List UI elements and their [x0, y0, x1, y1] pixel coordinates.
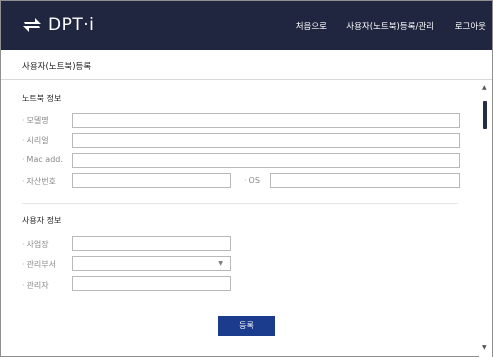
manager-input[interactable] — [72, 276, 231, 291]
logo: DPT·i — [22, 13, 94, 37]
section-divider — [22, 203, 458, 204]
asset-number-label: 자산번호 — [22, 176, 56, 187]
brand-name: DPT·i — [48, 15, 95, 35]
serial-input[interactable] — [72, 133, 460, 148]
page-title-bar: 사용자(노트북)등록 — [1, 50, 492, 80]
notebook-section-title: 노트북 정보 — [22, 94, 62, 103]
vertical-scrollbar[interactable]: ▲ ▼ — [479, 81, 492, 357]
asset-number-input[interactable] — [72, 173, 231, 188]
user-section-title: 사용자 정보 — [22, 216, 62, 225]
logo-sync-icon — [23, 18, 41, 32]
register-button[interactable]: 등록 — [218, 316, 275, 336]
scroll-thumb[interactable] — [483, 101, 487, 129]
site-input[interactable] — [72, 236, 231, 251]
os-input[interactable] — [270, 173, 460, 188]
model-label: 모델명 — [22, 115, 49, 126]
model-input[interactable] — [72, 113, 460, 128]
dept-select[interactable]: ▼ — [72, 256, 231, 271]
nav-register-manage-link[interactable]: 사용자(노트북)등록/관리 — [346, 20, 434, 32]
nav-home-link[interactable]: 처음으로 — [296, 20, 327, 32]
os-label: OS — [244, 176, 260, 185]
chevron-down-icon: ▼ — [218, 260, 223, 267]
app-window: DPT·i 처음으로 사용자(노트북)등록/관리 로그아웃 사용자(노트북)등록… — [0, 0, 493, 357]
dept-label: 관리부서 — [22, 259, 56, 270]
mac-label: Mac add. — [22, 155, 63, 164]
site-label: 사업장 — [22, 239, 49, 250]
mac-address-input[interactable] — [72, 153, 460, 168]
header-bar: DPT·i 처음으로 사용자(노트북)등록/관리 로그아웃 — [1, 1, 492, 50]
page-title: 사용자(노트북)등록 — [22, 62, 92, 72]
scroll-down-icon[interactable]: ▼ — [482, 344, 487, 351]
manager-label: 관리자 — [22, 280, 49, 291]
nav-logout-link[interactable]: 로그아웃 — [455, 20, 486, 32]
serial-label: 시리얼 — [22, 135, 49, 146]
scroll-up-icon[interactable]: ▲ — [482, 84, 487, 91]
